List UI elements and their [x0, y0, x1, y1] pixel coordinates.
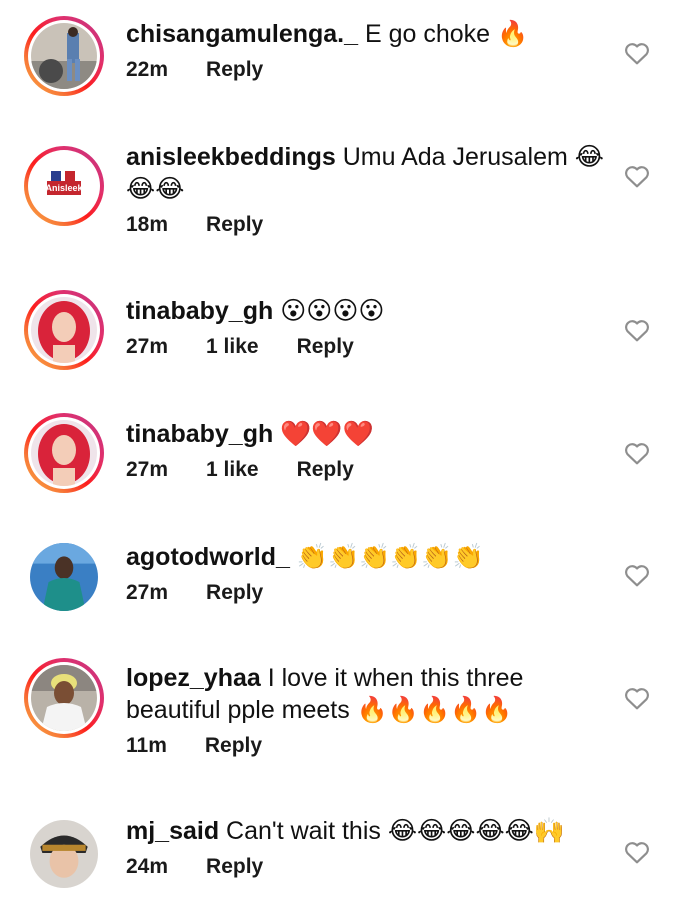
comment-message: Can't wait this 😂😂😂😂😂🙌 — [219, 817, 566, 845]
avatar — [30, 543, 98, 611]
heart-outline-icon[interactable] — [624, 41, 650, 65]
avatar — [31, 23, 97, 89]
comment-time: 11m — [126, 734, 167, 757]
comment-username[interactable]: tinababy_gh — [126, 420, 273, 448]
comment-username[interactable]: tinababy_gh — [126, 297, 273, 325]
comment-body: chisangamulenga._ E go choke 🔥 22m Reply — [126, 18, 606, 82]
avatar — [31, 420, 97, 486]
reply-button[interactable]: Reply — [206, 213, 263, 237]
reply-button[interactable]: Reply — [297, 335, 354, 359]
avatar — [30, 820, 98, 888]
comment-meta: 27m 1 like Reply — [126, 458, 606, 482]
heart-outline-icon[interactable] — [624, 563, 650, 587]
comment-message: 😮😮😮😮 — [273, 297, 385, 325]
reply-button[interactable]: Reply — [205, 734, 262, 758]
comment-body: tinababy_gh 😮😮😮😮 27m 1 like Reply — [126, 295, 606, 359]
comment-message: 👏👏👏👏👏👏 — [289, 543, 484, 571]
reply-button[interactable]: Reply — [206, 855, 263, 879]
comment-meta: 22m Reply — [126, 58, 606, 82]
comment-body: anisleekbeddings Umu Ada Jerusalem 😂😂😂 1… — [126, 141, 606, 237]
avatar-wrapper[interactable] — [24, 537, 104, 617]
comment-body: lopez_yhaa I love it when this three bea… — [126, 662, 606, 758]
comment-meta: 11m Reply — [126, 734, 606, 758]
like-count[interactable]: 1 like — [206, 335, 259, 359]
comment-meta: 27m Reply — [126, 581, 606, 605]
comment-body: tinababy_gh ❤️❤️❤️ 27m 1 like Reply — [126, 418, 606, 482]
comment-text: tinababy_gh ❤️❤️❤️ — [126, 418, 606, 450]
comment-time: 22m — [126, 58, 169, 81]
comment-time: 27m — [126, 335, 169, 358]
heart-outline-icon[interactable] — [624, 164, 650, 188]
avatar — [31, 665, 97, 731]
reply-button[interactable]: Reply — [206, 58, 263, 82]
comment-text: mj_said Can't wait this 😂😂😂😂😂🙌 — [126, 815, 606, 847]
comment-body: mj_said Can't wait this 😂😂😂😂😂🙌 24m Reply — [126, 815, 606, 879]
avatar: Anisleek — [31, 153, 97, 219]
comment-meta: 24m Reply — [126, 855, 606, 879]
like-count[interactable]: 1 like — [206, 458, 259, 482]
comment-time: 27m — [126, 458, 169, 481]
comment-username[interactable]: agotodworld_ — [126, 543, 290, 571]
avatar-logo-text: Anisleek — [45, 183, 83, 193]
comment-text: anisleekbeddings Umu Ada Jerusalem 😂😂😂 — [126, 141, 606, 205]
comment-meta: 27m 1 like Reply — [126, 335, 606, 359]
avatar-story-ring[interactable] — [24, 413, 104, 493]
comment-username[interactable]: anisleekbeddings — [126, 143, 336, 171]
avatar-story-ring[interactable] — [24, 290, 104, 370]
reply-button[interactable]: Reply — [206, 581, 263, 605]
comment-message: E go choke 🔥 — [358, 20, 529, 48]
comment-username[interactable]: lopez_yhaa — [126, 664, 261, 692]
comment-message: ❤️❤️❤️ — [273, 420, 374, 448]
avatar-story-ring[interactable] — [24, 658, 104, 738]
comment-text: chisangamulenga._ E go choke 🔥 — [126, 18, 606, 50]
comment-text: tinababy_gh 😮😮😮😮 — [126, 295, 606, 327]
comment-meta: 18m Reply — [126, 213, 606, 237]
comment-time: 24m — [126, 855, 169, 878]
comment-text: agotodworld_ 👏👏👏👏👏👏 — [126, 541, 606, 573]
reply-button[interactable]: Reply — [297, 458, 354, 482]
comment-username[interactable]: chisangamulenga._ — [126, 20, 358, 48]
heart-outline-icon[interactable] — [624, 441, 650, 465]
comment-time: 27m — [126, 581, 169, 604]
avatar — [31, 297, 97, 363]
comment-username[interactable]: mj_said — [126, 817, 219, 845]
comment-body: agotodworld_ 👏👏👏👏👏👏 27m Reply — [126, 541, 606, 605]
avatar-story-ring[interactable] — [24, 16, 104, 96]
avatar-wrapper[interactable] — [24, 814, 104, 894]
comment-time: 18m — [126, 213, 169, 236]
heart-outline-icon[interactable] — [624, 318, 650, 342]
heart-outline-icon[interactable] — [624, 840, 650, 864]
comment-list: chisangamulenga._ E go choke 🔥 22m Reply… — [0, 0, 690, 921]
comment-text: lopez_yhaa I love it when this three bea… — [126, 662, 606, 726]
avatar-story-ring[interactable]: Anisleek — [24, 146, 104, 226]
heart-outline-icon[interactable] — [624, 686, 650, 710]
